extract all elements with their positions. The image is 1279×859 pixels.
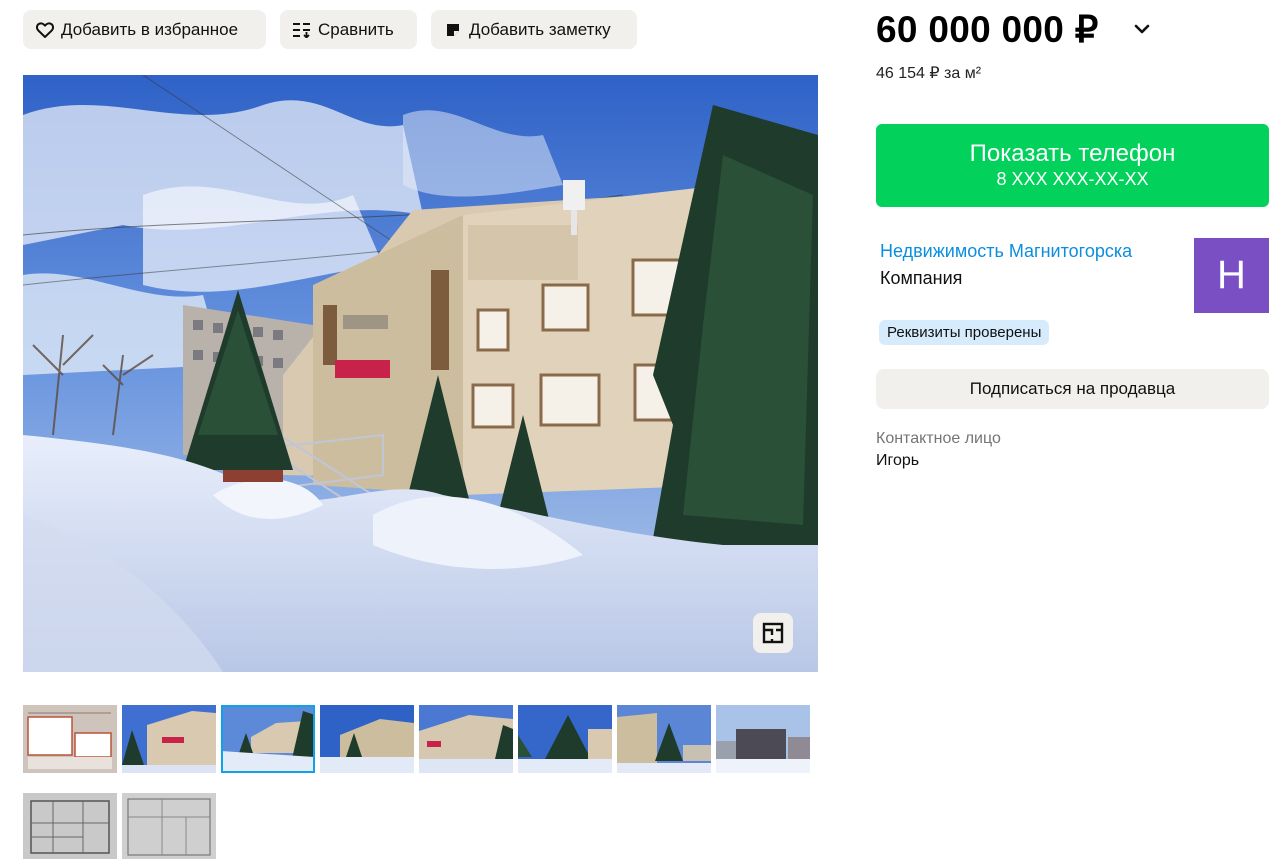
seller-avatar[interactable]: Н [1194, 238, 1269, 313]
thumbnail-8[interactable] [716, 705, 810, 773]
price-details-toggle[interactable] [1131, 18, 1153, 40]
note-icon [444, 21, 462, 39]
thumbnail-9[interactable] [23, 793, 117, 859]
thumbnail-strip [23, 705, 823, 859]
show-phone-label: Показать телефон [969, 140, 1176, 167]
floor-plan-icon [762, 622, 784, 644]
add-note-button[interactable]: Добавить заметку [431, 10, 637, 49]
show-phone-button[interactable]: Показать телефон 8 XXX XXX-XX-XX [876, 124, 1269, 207]
thumbnail-2[interactable] [122, 705, 216, 773]
thumbnail-5[interactable] [419, 705, 513, 773]
chevron-down-icon [1134, 24, 1150, 34]
compare-label: Сравнить [318, 19, 394, 39]
compare-icon [293, 21, 311, 39]
avatar-letter: Н [1217, 253, 1246, 297]
thumbnail-7[interactable] [617, 705, 711, 773]
contact-person-name: Игорь [876, 452, 920, 469]
thumbnail-1[interactable] [23, 705, 117, 773]
add-note-label: Добавить заметку [469, 19, 611, 39]
floor-plan-button[interactable] [753, 613, 793, 653]
thumbnail-6[interactable] [518, 705, 612, 773]
price-per-sqm: 46 154 ₽ за м² [876, 65, 982, 82]
main-photo[interactable] [23, 75, 818, 672]
contact-person-label: Контактное лицо [876, 430, 1001, 447]
add-to-favorites-button[interactable]: Добавить в избранное [23, 10, 266, 49]
verified-badge: Реквизиты проверены [879, 320, 1050, 345]
add-to-favorites-label: Добавить в избранное [61, 19, 239, 39]
heart-icon [36, 21, 54, 39]
seller-type: Компания [880, 268, 963, 288]
seller-name-link[interactable]: Недвижимость Магнитогорска [880, 241, 1132, 262]
thumbnail-10[interactable] [122, 793, 216, 859]
phone-masked: 8 XXX XXX-XX-XX [996, 169, 1149, 189]
listing-actions: Добавить в избранное Сравнить Добавить з… [23, 10, 637, 49]
compare-button[interactable]: Сравнить [280, 10, 417, 49]
thumbnail-4[interactable] [320, 705, 414, 773]
subscribe-seller-button[interactable]: Подписаться на продавца [876, 369, 1269, 409]
price: 60 000 000 ₽ [876, 9, 1099, 50]
thumbnail-3-active[interactable] [221, 705, 315, 773]
